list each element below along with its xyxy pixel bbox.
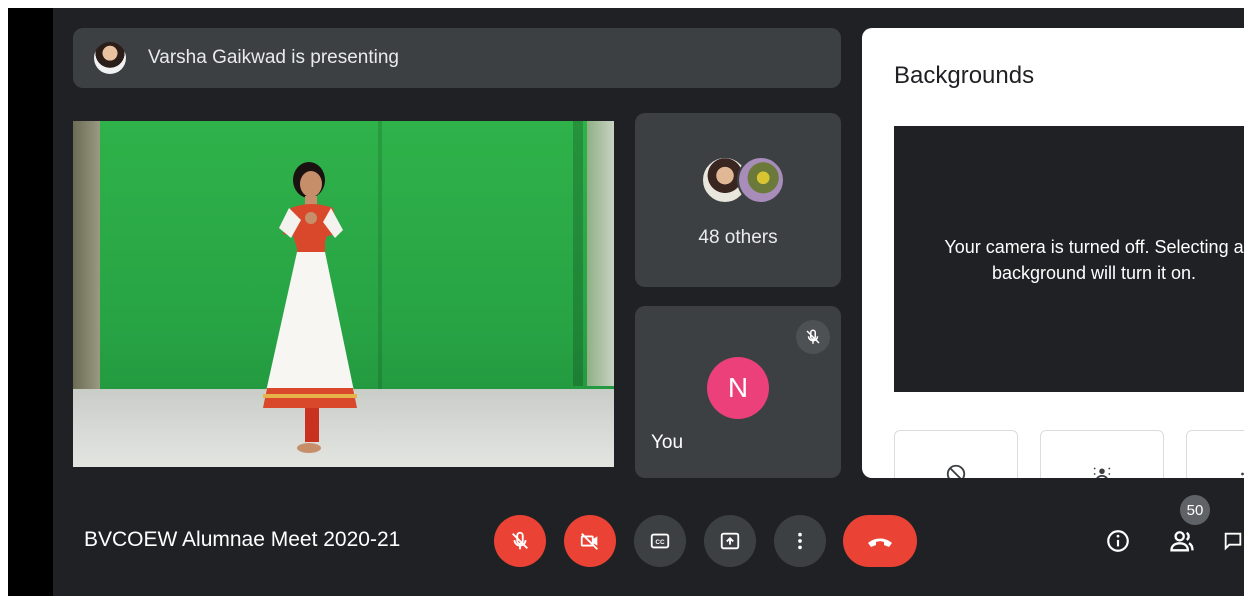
message-line-1: Your camera is turned off. Selecting a bbox=[944, 237, 1244, 257]
camera-off-icon bbox=[580, 533, 598, 550]
left-black-bar bbox=[8, 8, 53, 596]
background-option-none[interactable] bbox=[894, 430, 1018, 478]
backgrounds-panel: Backgrounds Your camera is turned off. S… bbox=[862, 28, 1244, 478]
mic-toggle-button[interactable] bbox=[494, 515, 546, 567]
no-effect-icon bbox=[946, 464, 966, 478]
stage-right-wall bbox=[587, 121, 614, 386]
people-icon bbox=[1170, 531, 1194, 552]
self-tile[interactable]: N You bbox=[635, 306, 841, 478]
others-tile[interactable]: 48 others bbox=[635, 113, 841, 287]
svg-text:CC: CC bbox=[655, 539, 665, 546]
panel-title: Backgrounds bbox=[894, 62, 1035, 89]
self-label: You bbox=[651, 432, 684, 453]
blur-strong-icon bbox=[1241, 472, 1244, 476]
dancer-figure bbox=[263, 162, 357, 453]
meeting-title: BVCOEW Alumnae Meet 2020-21 bbox=[84, 528, 401, 551]
people-count-badge: 50 bbox=[1180, 495, 1210, 525]
stage-left-wall bbox=[73, 121, 100, 393]
mic-muted-icon bbox=[796, 320, 830, 354]
camera-off-message: Your camera is turned off. Selecting a b… bbox=[934, 234, 1244, 286]
participant-avatar bbox=[737, 156, 785, 204]
message-line-2: background will turn it on. bbox=[991, 263, 1197, 283]
others-count-label: 48 others bbox=[698, 227, 778, 248]
captions-icon: CC bbox=[650, 533, 670, 549]
end-call-icon bbox=[868, 538, 892, 547]
meet-window: Varsha Gaikwad is presenting 48 others N… bbox=[8, 8, 1244, 596]
present-screen-icon bbox=[720, 532, 740, 550]
chat-button[interactable] bbox=[1222, 523, 1244, 559]
background-option-blur-strong[interactable] bbox=[1186, 430, 1244, 478]
present-now-button[interactable] bbox=[704, 515, 756, 567]
info-icon bbox=[1107, 530, 1129, 552]
others-avatars bbox=[701, 156, 785, 204]
presenter-avatar bbox=[94, 42, 126, 74]
curtain-fold bbox=[573, 121, 583, 386]
people-button[interactable] bbox=[1164, 523, 1200, 559]
presenter-banner-text: Varsha Gaikwad is presenting bbox=[148, 47, 399, 68]
presentation-stage[interactable] bbox=[73, 121, 614, 467]
self-avatar: N bbox=[707, 357, 769, 419]
leave-call-button[interactable] bbox=[843, 515, 917, 567]
presenter-banner: Varsha Gaikwad is presenting bbox=[73, 28, 841, 88]
camera-toggle-button[interactable] bbox=[564, 515, 616, 567]
chat-icon bbox=[1224, 532, 1242, 551]
background-option-blur[interactable] bbox=[1040, 430, 1164, 478]
blur-icon bbox=[1093, 467, 1111, 478]
more-options-icon bbox=[798, 532, 802, 550]
more-options-button[interactable] bbox=[774, 515, 826, 567]
camera-preview: Your camera is turned off. Selecting a b… bbox=[894, 126, 1244, 392]
meeting-details-button[interactable] bbox=[1100, 523, 1136, 559]
mic-off-icon bbox=[512, 531, 528, 550]
captions-button[interactable]: CC bbox=[634, 515, 686, 567]
